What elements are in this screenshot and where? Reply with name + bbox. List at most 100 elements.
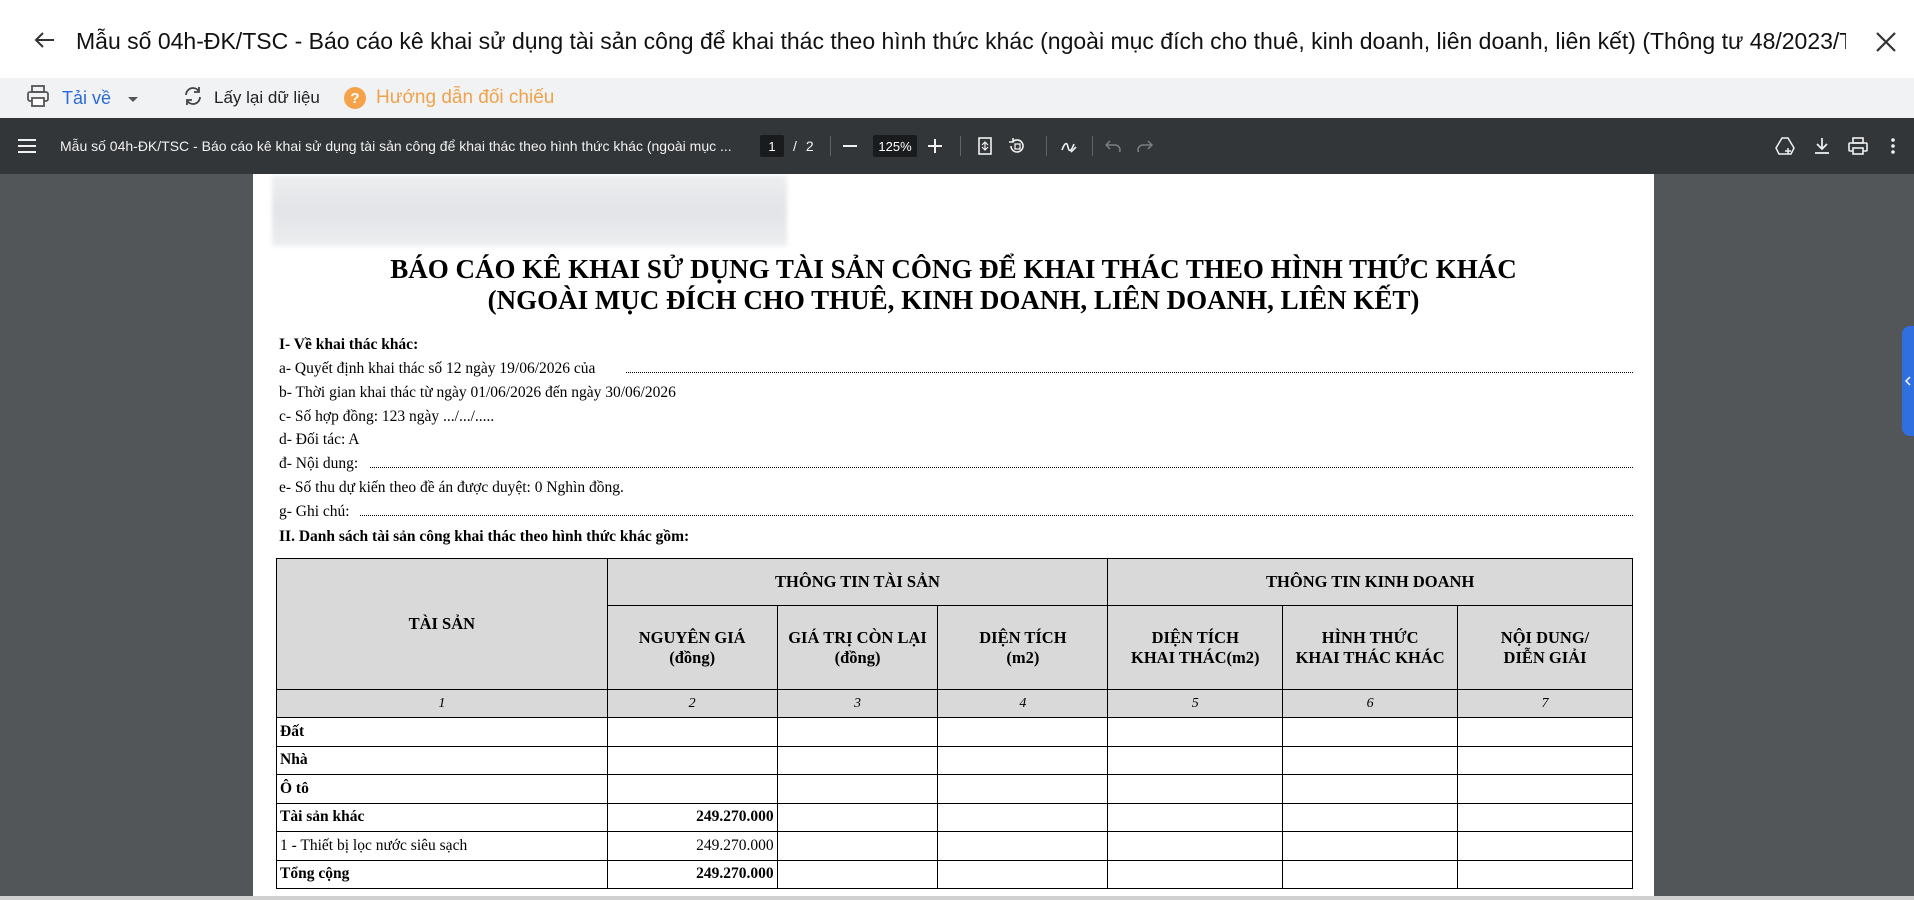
- table-row: Ô tô: [276, 774, 1633, 804]
- zoom-level: 125%: [873, 118, 917, 174]
- document-title-line-2: (NGOÀI MỤC ĐÍCH CHO THUÊ, KINH DOANH, LI…: [487, 285, 1420, 315]
- cell: [1457, 831, 1633, 861]
- cell: [1282, 831, 1459, 861]
- dotted-fill: [626, 372, 1633, 373]
- cell: [1107, 802, 1284, 832]
- download-icon[interactable]: [1811, 118, 1833, 174]
- toolbar-divider: [960, 136, 961, 156]
- back-arrow-icon[interactable]: [28, 24, 60, 56]
- column-number: 4: [937, 689, 1109, 718]
- cell: [1457, 802, 1633, 832]
- page-indicator: 1 / 2: [760, 118, 814, 174]
- more-options-icon[interactable]: [1882, 118, 1904, 174]
- cell: [776, 802, 939, 832]
- asset-name: Ô tô: [276, 774, 608, 804]
- toolbar-divider: [1046, 136, 1047, 156]
- line-b: b- Thời gian khai thác từ ngày 01/06/202…: [279, 384, 676, 401]
- page-total: 2: [805, 138, 814, 154]
- page-number-input[interactable]: 1: [760, 135, 784, 157]
- header-text: NỘI DUNG/: [1500, 627, 1590, 647]
- pdf-viewer-toolbar: Mẫu số 04h-ĐK/TSC - Báo cáo kê khai sử d…: [0, 118, 1914, 174]
- line-a-text: a- Quyết định khai thác số 12 ngày 19/06…: [279, 360, 596, 377]
- asset-table: TÀI SẢN THÔNG TIN TÀI SẢN THÔNG TIN KINH…: [276, 558, 1633, 889]
- dialog-header: Mẫu số 04h-ĐK/TSC - Báo cáo kê khai sử d…: [0, 0, 1914, 78]
- asset-name: Tổng cộng: [276, 859, 608, 889]
- header-text: DIỆN TÍCH: [979, 627, 1067, 647]
- column-number: 7: [1457, 689, 1633, 718]
- header-unit: KHAI THÁC(m2): [1131, 647, 1260, 667]
- original-price: [606, 745, 778, 775]
- reload-data-button[interactable]: Lấy lại dữ liệu: [182, 78, 320, 118]
- action-toolbar: Tải về Lấy lại dữ liệu ? Hướng dẫn đối c…: [0, 78, 1914, 118]
- asset-name: Nhà: [276, 745, 608, 775]
- chevron-down-icon[interactable]: [127, 88, 139, 109]
- annotate-icon[interactable]: [1058, 118, 1080, 174]
- cell: [1107, 717, 1284, 747]
- zoom-in-icon[interactable]: [928, 118, 948, 174]
- line-d: d- Đối tác: A: [279, 431, 360, 448]
- header-unit: (m2): [1006, 647, 1040, 667]
- line-c: c- Số hợp đồng: 123 ngày .../.../.....: [279, 408, 495, 425]
- asset-name: 1 - Thiết bị lọc nước siêu sạch: [276, 831, 608, 861]
- undo-icon[interactable]: [1102, 118, 1124, 174]
- table-row: Tài sản khác 249.270.000: [276, 802, 1633, 832]
- cell: [776, 717, 939, 747]
- pdf-document-title: Mẫu số 04h-ĐK/TSC - Báo cáo kê khai sử d…: [60, 138, 732, 154]
- column-number: 5: [1107, 689, 1284, 718]
- col-header-original-price: NGUYÊN GIÁ (đồng): [606, 605, 778, 690]
- cell: [776, 745, 939, 775]
- redo-icon[interactable]: [1134, 118, 1156, 174]
- cell: [1282, 859, 1459, 889]
- save-drive-icon[interactable]: [1774, 118, 1796, 174]
- column-number: 3: [776, 689, 939, 718]
- zoom-out-icon[interactable]: [843, 118, 863, 174]
- hamburger-menu-icon[interactable]: [18, 118, 42, 174]
- cell: [776, 859, 939, 889]
- group-header-asset-info: THÔNG TIN TÀI SẢN: [606, 558, 1109, 606]
- original-price: [606, 774, 778, 804]
- asset-name: Đất: [276, 717, 608, 747]
- section-1-heading: I- Về khai thác khác:: [279, 336, 419, 353]
- zoom-input[interactable]: 125%: [873, 135, 917, 157]
- cell: [1457, 774, 1633, 804]
- col-header-area: DIỆN TÍCH (m2): [937, 605, 1109, 690]
- header-unit: (đồng): [669, 647, 716, 667]
- pdf-viewer-area[interactable]: BÁO CÁO KÊ KHAI SỬ DỤNG TÀI SẢN CÔNG ĐỂ …: [0, 174, 1914, 896]
- cell: [1282, 774, 1459, 804]
- original-price: 249.270.000: [606, 831, 778, 861]
- col-header-exploit-area: DIỆN TÍCH KHAI THÁC(m2): [1107, 605, 1284, 690]
- comparison-guide-link[interactable]: ? Hướng dẫn đối chiếu: [344, 78, 554, 118]
- document-title: BÁO CÁO KÊ KHAI SỬ DỤNG TÀI SẢN CÔNG ĐỂ …: [253, 254, 1654, 316]
- chevron-left-icon: [1905, 376, 1911, 386]
- download-button[interactable]: Tải về: [26, 78, 139, 118]
- table-row: 1 - Thiết bị lọc nước siêu sạch 249.270.…: [276, 831, 1633, 861]
- cell: [937, 717, 1109, 747]
- line-a: a- Quyết định khai thác số 12 ngày 19/06…: [279, 359, 595, 379]
- cell: [937, 802, 1109, 832]
- cell: [1282, 802, 1459, 832]
- cell: [1282, 717, 1459, 747]
- line-g: g- Ghi chú:: [279, 503, 350, 520]
- rotate-icon[interactable]: [1006, 118, 1028, 174]
- fit-page-icon[interactable]: [974, 118, 996, 174]
- side-panel-toggle[interactable]: [1902, 326, 1914, 436]
- cell: [937, 745, 1109, 775]
- refresh-icon: [182, 86, 204, 111]
- col-header-asset: TÀI SẢN: [276, 558, 608, 690]
- reload-data-label: Lấy lại dữ liệu: [214, 88, 320, 107]
- header-text: DIỆN TÍCH: [1151, 627, 1239, 647]
- asset-name: Tài sản khác: [276, 802, 608, 832]
- cell: [776, 774, 939, 804]
- cell: [1457, 859, 1633, 889]
- header-unit: (đồng): [834, 647, 881, 667]
- cell: [1107, 831, 1284, 861]
- header-text: GIÁ TRỊ CÒN LẠI: [788, 627, 927, 647]
- download-label: Tải về: [62, 87, 112, 108]
- original-price: 249.270.000: [606, 802, 778, 832]
- table-row: Tổng cộng 249.270.000: [276, 859, 1633, 889]
- print-icon[interactable]: [1847, 118, 1869, 174]
- cell: [1457, 717, 1633, 747]
- cell: [937, 859, 1109, 889]
- close-icon[interactable]: [1870, 26, 1902, 58]
- printer-icon: [26, 84, 50, 112]
